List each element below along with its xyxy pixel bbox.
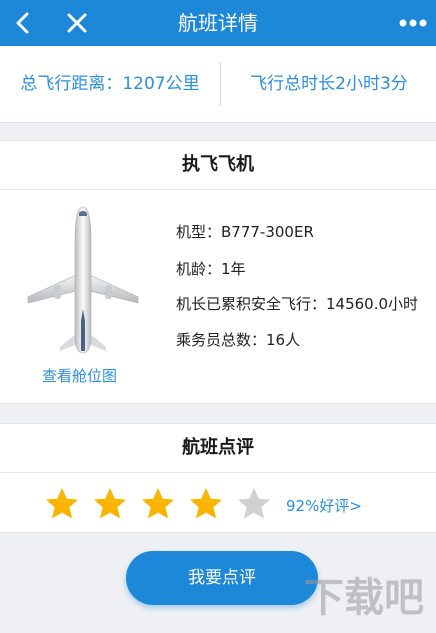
more-icon[interactable] — [396, 12, 430, 34]
svg-text:下载吧: 下载吧 — [304, 575, 424, 621]
top-bar: 航班详情 — [0, 0, 436, 46]
close-icon[interactable] — [62, 8, 92, 38]
star-filled-icon[interactable] — [188, 486, 224, 522]
total-distance: 总飞行距离：1207公里 — [20, 74, 200, 94]
star-filled-icon[interactable] — [140, 486, 176, 522]
watermark-logo: 下载吧 — [300, 565, 432, 629]
review-card: 航班点评 92%好评> — [0, 423, 436, 533]
crew-count: 乘务员总数：16人 — [176, 331, 301, 349]
airplane-icon — [24, 205, 142, 355]
rating-summary-link[interactable]: 92%好评> — [286, 495, 362, 516]
seat-map-link[interactable]: 查看舱位图 — [42, 365, 117, 386]
total-duration: 飞行总时长2小时3分 — [250, 74, 408, 94]
write-review-button[interactable]: 我要点评 — [126, 551, 318, 605]
aircraft-section-title: 执飞飞机 — [0, 141, 436, 190]
star-filled-icon[interactable] — [92, 486, 128, 522]
chevron-left-icon[interactable] — [8, 8, 38, 38]
star-filled-icon[interactable] — [44, 486, 80, 522]
aircraft-card: 执飞飞机 查看舱位图 机型：B777-300ER 机龄：1年 机长已累积安全飞行… — [0, 140, 436, 404]
star-empty-icon[interactable] — [236, 486, 272, 522]
flight-stats: 总飞行距离：1207公里 飞行总时长2小时3分 — [0, 46, 436, 123]
captain-flight-hours: 机长已累积安全飞行：14560.0小时 — [176, 295, 419, 313]
review-section-title: 航班点评 — [0, 424, 436, 473]
aircraft-model: 机型：B777-300ER — [176, 223, 314, 241]
aircraft-age: 机龄：1年 — [176, 260, 246, 278]
stats-divider — [220, 62, 221, 106]
